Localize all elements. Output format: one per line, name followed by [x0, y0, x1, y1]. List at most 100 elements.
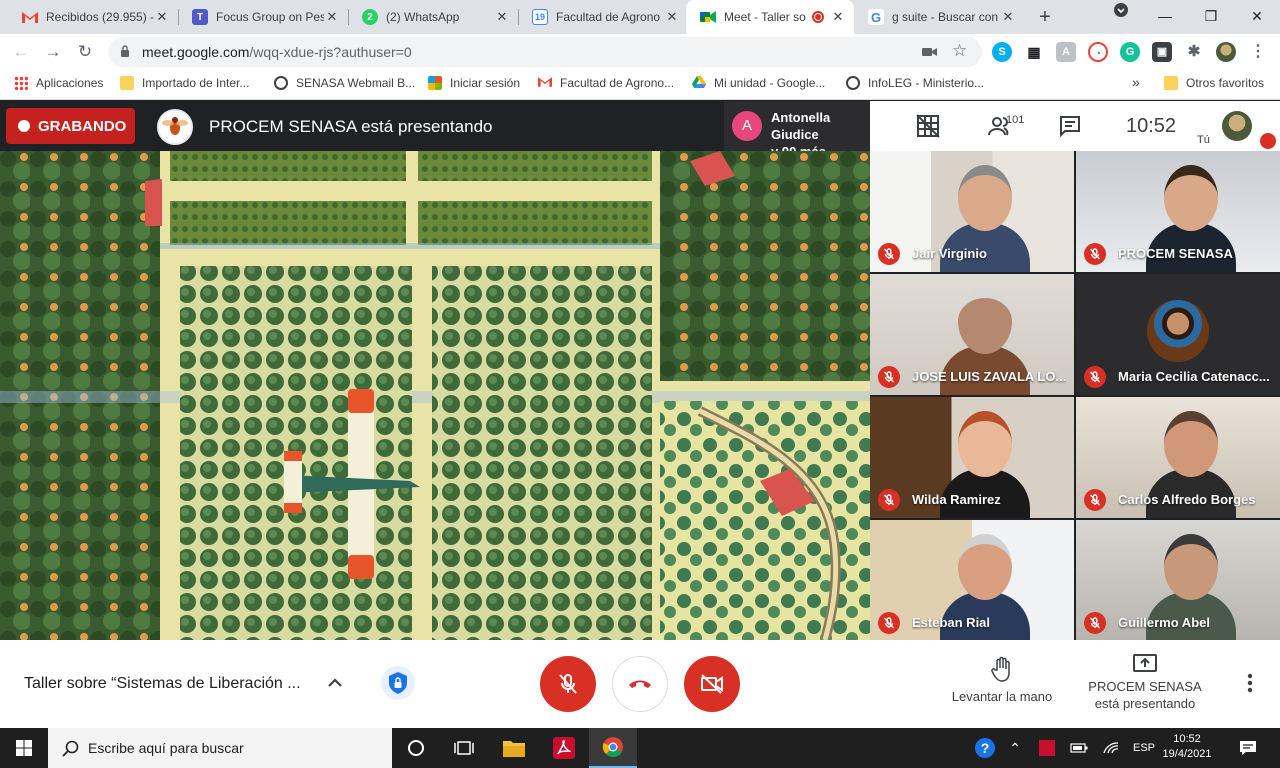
- raise-hand-icon[interactable]: [991, 656, 1013, 682]
- notifications-button[interactable]: [1234, 728, 1262, 768]
- skype-icon[interactable]: S: [992, 42, 1012, 62]
- help-button[interactable]: ?: [972, 728, 998, 768]
- language-indicator[interactable]: ESP: [1130, 728, 1158, 768]
- close-icon[interactable]: ✕: [1000, 9, 1016, 25]
- tab-calendar[interactable]: 19 Facultad de Agrono ✕: [518, 0, 688, 34]
- folder-icon: [120, 76, 134, 90]
- extensions-puzzle-icon[interactable]: ✱: [1184, 42, 1204, 62]
- presenting-status[interactable]: PROCEM SENASA está presentando: [1082, 678, 1208, 712]
- tab-search-button[interactable]: [1098, 0, 1144, 34]
- wifi-icon[interactable]: [1100, 728, 1122, 768]
- bookmark-apps[interactable]: Aplicaciones: [14, 76, 103, 90]
- bookmark-login[interactable]: Iniciar sesión: [428, 76, 520, 90]
- taskbar-search-box[interactable]: Escribe aquí para buscar: [48, 728, 392, 768]
- mic-off-icon: [878, 489, 900, 511]
- presenter-avatar: [157, 109, 193, 145]
- browser-toolbar: ← → ↻ meet.google.com/wqq-xdue-rjs?authu…: [0, 34, 1280, 70]
- chrome-taskbar-button[interactable]: [589, 728, 637, 768]
- restore-button[interactable]: ❐: [1188, 0, 1234, 34]
- mic-toggle-button[interactable]: [540, 656, 596, 712]
- participant-tile[interactable]: Jair Virginio: [870, 151, 1074, 272]
- present-screen-icon[interactable]: [1132, 653, 1158, 673]
- gmail-icon: [22, 9, 38, 25]
- bookmark-facultad[interactable]: Facultad de Agrono...: [538, 76, 674, 90]
- more-bookmarks-button[interactable]: »: [1132, 74, 1140, 90]
- participant-name: Wilda Ramirez: [912, 492, 1001, 507]
- back-button[interactable]: ←: [8, 39, 34, 65]
- participant-tile[interactable]: PROCEM SENASA: [1076, 151, 1280, 272]
- new-tab-button[interactable]: +: [1032, 4, 1058, 30]
- close-icon[interactable]: ✕: [494, 9, 510, 25]
- participant-tile[interactable]: Esteban Rial: [870, 520, 1074, 641]
- participant-tile[interactable]: Guillermo Abel: [1076, 520, 1280, 641]
- bookmark-imported[interactable]: Importado de Inter...: [120, 76, 249, 90]
- participant-face: [1164, 534, 1218, 600]
- acrobat-button[interactable]: [540, 728, 588, 768]
- close-icon[interactable]: ✕: [324, 9, 340, 25]
- teams-icon: T: [192, 9, 208, 25]
- participant-tile[interactable]: Maria Cecilia Catenacc...: [1076, 274, 1280, 395]
- participant-tile[interactable]: Carlos Alfredo Borges: [1076, 397, 1280, 518]
- self-avatar[interactable]: [1222, 111, 1252, 141]
- join-notification: A Antonella Giudice y 90 más: [724, 101, 870, 159]
- tab-meet[interactable]: Meet - Taller so ✕: [686, 0, 854, 34]
- bookmark-other-favorites[interactable]: Otros favoritos: [1164, 76, 1264, 90]
- task-view-button[interactable]: [440, 728, 488, 768]
- bookmark-star-icon[interactable]: ☆: [952, 41, 967, 61]
- raise-hand-label[interactable]: Levantar la mano: [942, 688, 1062, 705]
- tab-teams[interactable]: T Focus Group on Pes ✕: [178, 0, 348, 34]
- close-icon[interactable]: ✕: [154, 9, 170, 25]
- mic-off-icon: [1084, 612, 1106, 634]
- participant-tile[interactable]: JOSE LUIS ZAVALA LO...: [870, 274, 1074, 395]
- whatsapp-icon: 2: [362, 9, 378, 25]
- save-extension-icon[interactable]: ▣: [1152, 42, 1172, 62]
- microsoft-icon: [428, 76, 442, 90]
- bookmark-senasa-webmail[interactable]: SENASA Webmail B...: [274, 76, 415, 90]
- profile-avatar[interactable]: [1216, 42, 1236, 62]
- forward-button[interactable]: →: [40, 39, 66, 65]
- tab-google-search[interactable]: G g suite - Buscar con ✕: [854, 0, 1024, 34]
- address-bar[interactable]: meet.google.com/wqq-xdue-rjs?authuser=0 …: [108, 37, 982, 67]
- battery-icon[interactable]: [1068, 728, 1090, 768]
- mic-off-icon: [1084, 489, 1106, 511]
- tab-whatsapp[interactable]: 2 (2) WhatsApp ✕: [348, 0, 518, 34]
- chevron-up-icon[interactable]: [326, 674, 344, 692]
- file-explorer-button[interactable]: [490, 728, 538, 768]
- leave-call-button[interactable]: [612, 656, 668, 712]
- bookmarks-bar: Aplicaciones Importado de Inter... SENAS…: [0, 70, 1280, 100]
- minimize-button[interactable]: —: [1142, 0, 1188, 34]
- more-options-icon[interactable]: [1240, 670, 1260, 696]
- acrobat-tray-icon[interactable]: [1036, 728, 1058, 768]
- apps-grid-icon: [14, 76, 28, 90]
- participant-name: PROCEM SENASA: [1118, 246, 1233, 261]
- camera-icon[interactable]: [922, 45, 938, 59]
- close-icon[interactable]: ✕: [830, 9, 846, 25]
- camera-toggle-button[interactable]: [684, 656, 740, 712]
- layout-grid-off-icon[interactable]: [916, 114, 940, 138]
- participant-face: [958, 288, 1012, 354]
- aerial-farm-illustration: [0, 151, 870, 640]
- grid-extension-icon[interactable]: ▦: [1024, 42, 1044, 62]
- tab-gmail[interactable]: Recibidos (29.955) - ✕: [8, 0, 178, 34]
- bookmark-infoleg[interactable]: InfoLEG - Ministerio...: [846, 76, 984, 90]
- chat-icon[interactable]: [1058, 114, 1082, 138]
- sync-extension-icon[interactable]: ◔: [1088, 42, 1108, 62]
- close-window-button[interactable]: ✕: [1234, 0, 1280, 34]
- reload-button[interactable]: ↻: [72, 39, 98, 65]
- host-controls-button[interactable]: [381, 666, 415, 700]
- meeting-title[interactable]: Taller sobre “Sistemas de Liberación ...: [24, 675, 301, 693]
- grammarly-icon[interactable]: G: [1120, 42, 1140, 62]
- participant-face: [958, 165, 1012, 231]
- cortana-button[interactable]: [392, 728, 440, 768]
- fly-logo-icon: [162, 117, 188, 135]
- taskbar-clock[interactable]: 10:52 19/4/2021: [1162, 732, 1212, 762]
- pdf-extension-icon[interactable]: A: [1056, 42, 1076, 62]
- mic-off-icon: [878, 366, 900, 388]
- participant-tile[interactable]: Wilda Ramirez: [870, 397, 1074, 518]
- bookmark-drive[interactable]: Mi unidad - Google...: [692, 76, 825, 90]
- start-button[interactable]: [0, 728, 48, 768]
- tray-expand-icon[interactable]: ⌃: [1004, 728, 1026, 768]
- help-icon: ?: [975, 738, 995, 758]
- browser-menu-icon[interactable]: ⋮: [1248, 42, 1268, 62]
- close-icon[interactable]: ✕: [664, 9, 680, 25]
